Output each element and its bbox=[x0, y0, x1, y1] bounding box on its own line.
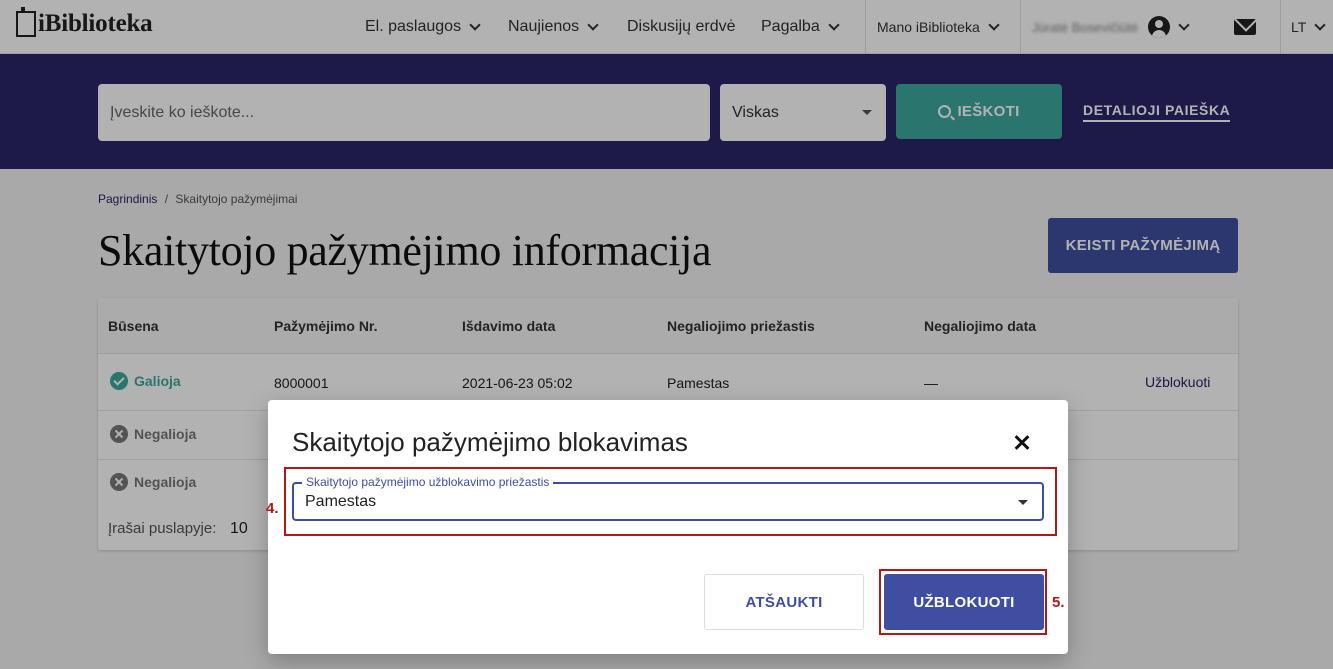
dropdown-arrow-icon bbox=[1018, 500, 1028, 505]
unblock-button[interactable]: UŽBLOKUOTI bbox=[884, 574, 1044, 630]
step-marker: 4. bbox=[266, 500, 279, 517]
step-marker: 5. bbox=[1052, 594, 1065, 611]
dialog-title: Skaitytojo pažymėjimo blokavimas bbox=[292, 427, 688, 457]
cancel-button[interactable]: ATŠAUKTI bbox=[704, 574, 864, 630]
block-reason-label: Skaitytojo pažymėjimo užblokavimo prieža… bbox=[302, 475, 554, 489]
block-reason-select[interactable]: Skaitytojo pažymėjimo užblokavimo prieža… bbox=[292, 475, 1044, 521]
block-card-dialog: Skaitytojo pažymėjimo blokavimas 4. Skai… bbox=[266, 400, 1068, 654]
block-reason-value: Pamestas bbox=[305, 493, 377, 510]
close-icon[interactable] bbox=[1014, 434, 1030, 450]
